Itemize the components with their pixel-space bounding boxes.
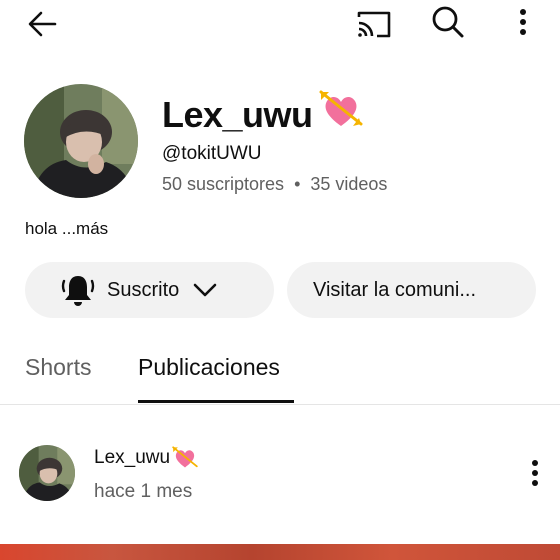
post-more-button[interactable] bbox=[522, 455, 548, 491]
search-icon bbox=[432, 6, 464, 38]
tab-publicaciones[interactable]: Publicaciones bbox=[138, 354, 280, 381]
avatar-photo bbox=[19, 445, 75, 501]
channel-name-text: Lex_uwu bbox=[162, 93, 313, 135]
post-timestamp: hace 1 mes bbox=[94, 481, 193, 502]
visit-community-button[interactable]: Visitar la comuni... bbox=[287, 262, 536, 318]
chevron-down-icon bbox=[193, 283, 217, 297]
back-button[interactable] bbox=[22, 4, 62, 44]
heart-with-arrow-emoji-icon bbox=[172, 446, 198, 470]
more-vertical-icon bbox=[520, 9, 526, 35]
tab-shorts[interactable]: Shorts bbox=[25, 354, 91, 381]
description-more-link[interactable]: ...más bbox=[62, 219, 108, 238]
active-tab-indicator bbox=[138, 400, 294, 403]
channel-handle: @tokitUWU bbox=[162, 143, 262, 164]
arrow-left-icon bbox=[28, 11, 57, 37]
more-options-button[interactable] bbox=[508, 2, 538, 42]
subscriber-count: 50 suscriptores bbox=[162, 174, 285, 194]
bell-icon bbox=[61, 272, 95, 308]
post-image[interactable] bbox=[0, 544, 560, 560]
visit-community-label: Visitar la comuni... bbox=[313, 278, 477, 301]
stats-separator: • bbox=[294, 174, 301, 194]
video-count: 35 videos bbox=[310, 174, 388, 194]
channel-tabs: Shorts Publicaciones bbox=[0, 340, 560, 404]
tabs-divider bbox=[0, 404, 560, 405]
post-author-text: Lex_uwu bbox=[94, 447, 171, 468]
channel-description[interactable]: hola ...más bbox=[25, 219, 108, 239]
post-author-name[interactable]: Lex_uwu bbox=[94, 446, 198, 470]
top-app-bar bbox=[0, 0, 560, 48]
cast-button[interactable] bbox=[352, 4, 396, 44]
heart-with-arrow-emoji-icon bbox=[319, 90, 363, 139]
description-text: hola bbox=[25, 219, 58, 238]
channel-name: Lex_uwu bbox=[162, 90, 363, 139]
cast-icon bbox=[357, 11, 391, 38]
avatar-photo bbox=[24, 84, 138, 198]
post-author-avatar[interactable] bbox=[19, 445, 75, 501]
more-vertical-icon bbox=[532, 460, 538, 486]
channel-stats: 50 suscriptores • 35 videos bbox=[162, 174, 387, 195]
subscribed-label: Suscrito bbox=[107, 278, 180, 301]
subscribed-button[interactable]: Suscrito bbox=[25, 262, 274, 318]
search-button[interactable] bbox=[428, 2, 468, 42]
channel-avatar[interactable] bbox=[24, 84, 138, 198]
